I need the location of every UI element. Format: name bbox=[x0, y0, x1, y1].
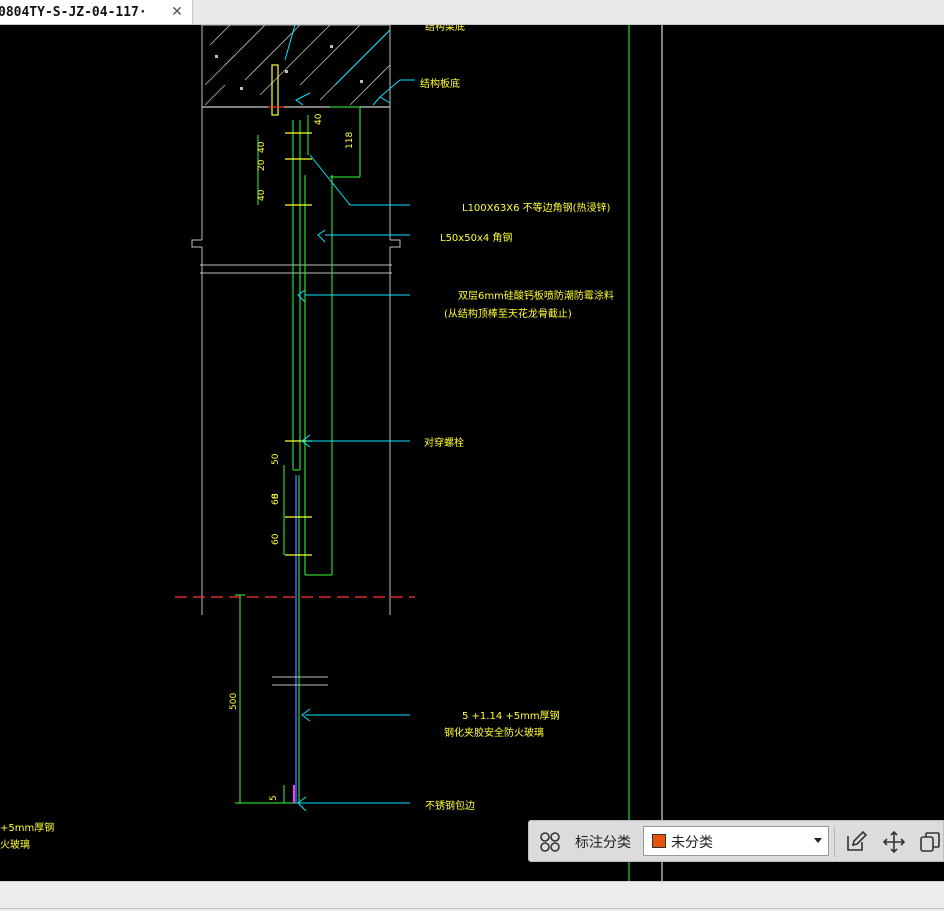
move-icon[interactable] bbox=[881, 829, 907, 855]
edit-icon[interactable] bbox=[843, 829, 869, 855]
label-top-cut: 结构梁底 bbox=[425, 25, 465, 33]
dim-50: 50 bbox=[271, 453, 281, 465]
dimensions: 40 118 40 20 40 50 8 60 60 500 5 bbox=[229, 113, 355, 801]
annotations: 结构梁底 结构板底 L100X63X6 不等边角钢(热浸锌) L50x50x4 … bbox=[0, 25, 614, 851]
tab-title: 0804TY-S-JZ-04-117· bbox=[0, 4, 147, 20]
label-angle-steel: L50x50x4 角钢 bbox=[440, 231, 512, 244]
tab-bar: 0804TY-S-JZ-04-117· ✕ bbox=[0, 0, 944, 25]
toolbar-label: 标注分类 bbox=[575, 835, 631, 851]
dim-5: 5 bbox=[269, 795, 279, 801]
drawing-canvas[interactable]: 40 118 40 20 40 50 8 60 60 500 5 结构梁底 结构… bbox=[0, 25, 944, 881]
dim-60b: 60 bbox=[271, 533, 281, 545]
glass-panel bbox=[272, 475, 328, 803]
label-fire-coating-2: (从结构顶棒至天花龙骨截止) bbox=[444, 307, 572, 320]
copy-icon[interactable] bbox=[917, 829, 943, 855]
category-swatch bbox=[652, 834, 666, 848]
label-left-glass-2: 火玻璃 bbox=[0, 838, 30, 851]
dim-40a: 40 bbox=[257, 141, 267, 153]
status-bar bbox=[0, 881, 944, 911]
label-fire-coating-1: 双层6mm硅酸钙板喷防潮防霉涂料 bbox=[458, 289, 614, 302]
label-stainless-edge: 不锈钢包边 bbox=[425, 799, 475, 812]
concrete-slab bbox=[201, 25, 391, 108]
label-structure-bottom: 结构板底 bbox=[420, 77, 460, 90]
dim-20: 20 bbox=[257, 159, 267, 171]
label-left-glass-1: +5mm厚钢 bbox=[0, 821, 54, 834]
label-through-bolt: 对穿螺栓 bbox=[424, 436, 464, 449]
close-icon[interactable]: ✕ bbox=[168, 2, 186, 22]
dim-40-top: 40 bbox=[314, 113, 324, 125]
grid-icon[interactable] bbox=[537, 829, 563, 855]
dim-118: 118 bbox=[345, 132, 355, 149]
tab-drawing[interactable]: 0804TY-S-JZ-04-117· ✕ bbox=[0, 0, 193, 24]
toolbar-separator bbox=[834, 827, 835, 857]
steel-members bbox=[235, 25, 630, 881]
dim-60a: 60 bbox=[271, 493, 281, 505]
status-divider bbox=[0, 908, 944, 909]
category-select[interactable]: 未分类 bbox=[643, 826, 829, 856]
label-glass-2: 钢化夹胶安全防火玻璃 bbox=[444, 726, 544, 739]
label-glass-1: 5 +1.14 +5mm厚钢 bbox=[462, 709, 560, 722]
cad-drawing: 40 118 40 20 40 50 8 60 60 500 5 结构梁底 结构… bbox=[0, 25, 663, 881]
dim-500: 500 bbox=[229, 693, 239, 710]
annotation-toolbar: 标注分类 未分类 bbox=[528, 820, 944, 862]
label-angle-steel-unequal: L100X63X6 不等边角钢(热浸锌) bbox=[462, 201, 611, 214]
category-select-value: 未分类 bbox=[671, 835, 713, 851]
dim-40b: 40 bbox=[257, 189, 267, 201]
